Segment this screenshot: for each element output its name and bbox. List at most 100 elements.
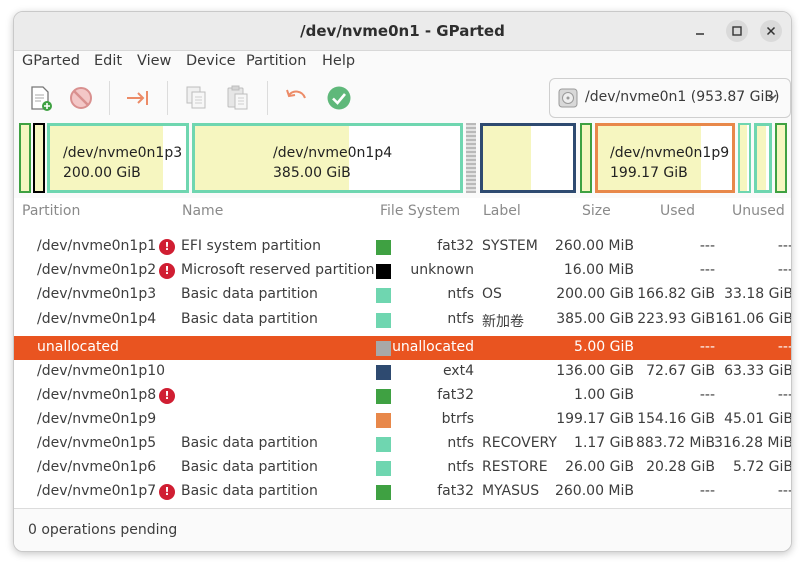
partition-unused: ---: [777, 339, 792, 355]
menu-view[interactable]: View: [137, 53, 171, 69]
toolbar: /dev/nvme0n1 (953.87 GiB): [14, 75, 791, 121]
table-row[interactable]: /dev/nvme0n1p6 Basic data partition ntfs RE…: [14, 456, 791, 480]
partition-path: /dev/nvme0n1p2: [37, 262, 157, 278]
column-header-name[interactable]: Name: [182, 203, 223, 219]
partition-name: Basic data partition: [181, 483, 318, 499]
partition-block-p4[interactable]: /dev/nvme0n1p4 385.00 GiB: [192, 123, 463, 193]
partition-label: 新加卷: [482, 314, 524, 330]
column-header-unused[interactable]: Unused: [732, 203, 785, 219]
menu-device[interactable]: Device: [186, 53, 236, 69]
close-button[interactable]: [760, 20, 782, 42]
table-row[interactable]: /dev/nvme0n1p7! Basic data partition fat32…: [14, 480, 791, 504]
undo-button[interactable]: [281, 83, 311, 113]
menu-gparted[interactable]: GParted: [22, 53, 80, 69]
minimize-button[interactable]: [689, 20, 711, 42]
paste-button[interactable]: [223, 83, 253, 113]
copy-icon: [186, 86, 206, 109]
menu-partition[interactable]: Partition: [246, 53, 306, 69]
partition-unused: 316.28 MiB: [713, 435, 792, 451]
partition-block-p5[interactable]: [738, 123, 751, 193]
apply-button[interactable]: [324, 83, 354, 113]
partition-path: /dev/nvme0n1p4: [37, 311, 157, 327]
disk-map: /dev/nvme0n1p3 200.00 GiB /dev/nvme0n1p4…: [14, 121, 791, 198]
table-row[interactable]: /dev/nvme0n1p3 Basic data partition ntfs OS…: [14, 283, 791, 307]
partition-block-p6[interactable]: [754, 123, 772, 193]
copy-button[interactable]: [181, 83, 211, 113]
hard-disk-icon: [558, 88, 578, 108]
partition-block-p9[interactable]: /dev/nvme0n1p9 199.17 GiB: [595, 123, 735, 193]
table-row[interactable]: /dev/nvme0n1p1! EFI system partition fat32…: [14, 235, 791, 259]
filesystem-color-swatch: [376, 365, 391, 380]
device-selector[interactable]: /dev/nvme0n1 (953.87 GiB): [549, 78, 791, 118]
partition-block-p3[interactable]: /dev/nvme0n1p3 200.00 GiB: [47, 123, 189, 193]
partition-block-size: 200.00 GiB: [63, 165, 141, 181]
table-row[interactable]: /dev/nvme0n1p4 Basic data partition ntfs 新加…: [14, 308, 791, 332]
menu-edit[interactable]: Edit: [94, 53, 122, 69]
column-header-label[interactable]: Label: [483, 203, 521, 219]
partition-block-p1[interactable]: [19, 123, 31, 193]
table-row[interactable]: /dev/nvme0n1p8! fat32 1.00 GiB --- ---: [14, 384, 791, 408]
filesystem-type: fat32: [437, 387, 474, 403]
close-icon: [766, 26, 776, 36]
partition-label: MYASUS: [482, 483, 540, 499]
partition-unused: ---: [777, 387, 792, 403]
table-row[interactable]: /dev/nvme0n1p5 Basic data partition ntfs RE…: [14, 432, 791, 456]
delete-icon: [70, 87, 92, 109]
partition-name: EFI system partition: [181, 238, 321, 254]
table-row[interactable]: /dev/nvme0n1p2! Microsoft reserved partit…: [14, 259, 791, 283]
title-bar: /dev/nvme0n1 - GParted: [14, 12, 791, 51]
partition-used: 154.16 GiB: [637, 411, 715, 427]
table-row-selected[interactable]: unallocated unallocated 5.00 GiB --- ---: [14, 336, 791, 360]
maximize-button[interactable]: [726, 20, 748, 42]
partition-unused: 161.06 GiB: [715, 311, 792, 327]
partition-path: /dev/nvme0n1p7: [37, 483, 157, 499]
filesystem-color-swatch: [376, 240, 391, 255]
partition-block-p7[interactable]: [775, 123, 787, 193]
partition-name: Basic data partition: [181, 286, 318, 302]
partition-unused: 45.01 GiB: [724, 411, 792, 427]
filesystem-color-swatch: [376, 461, 391, 476]
partition-block-p10[interactable]: [480, 123, 576, 193]
warning-icon[interactable]: !: [159, 239, 175, 255]
partition-block-p8[interactable]: [580, 123, 592, 193]
column-header-partition[interactable]: Partition: [22, 203, 80, 219]
column-header-filesystem[interactable]: File System: [380, 203, 460, 219]
partition-unused: 5.72 GiB: [733, 459, 792, 475]
partition-size: 26.00 GiB: [565, 459, 634, 475]
table-row[interactable]: /dev/nvme0n1p9 btrfs 199.17 GiB 154.16 GiB 4…: [14, 408, 791, 432]
filesystem-type: ext4: [442, 363, 474, 379]
partition-label: SYSTEM: [482, 238, 538, 254]
partition-block-unallocated[interactable]: [466, 123, 476, 193]
partition-used: ---: [699, 339, 715, 355]
minimize-icon: [696, 33, 704, 35]
partition-used: ---: [699, 387, 715, 403]
partition-used: 883.72 MiB: [635, 435, 715, 451]
warning-icon[interactable]: !: [159, 484, 175, 500]
toolbar-separator: [267, 81, 268, 115]
column-header-used[interactable]: Used: [660, 203, 695, 219]
filesystem-type: ntfs: [447, 435, 474, 451]
menu-help[interactable]: Help: [322, 53, 355, 69]
partition-unused: ---: [777, 238, 792, 254]
partition-size: 260.00 MiB: [554, 238, 634, 254]
table-row[interactable]: /dev/nvme0n1p10 ext4 136.00 GiB 72.67 GiB 63…: [14, 360, 791, 384]
partition-size: 16.00 MiB: [563, 262, 634, 278]
filesystem-color-swatch: [376, 313, 391, 328]
paste-icon: [227, 85, 248, 110]
warning-icon[interactable]: !: [159, 388, 175, 404]
partition-table: Partition Name File System Label Size Us…: [14, 198, 791, 508]
resize-move-button[interactable]: [123, 83, 153, 113]
apply-icon: [327, 86, 351, 110]
partition-block-p2[interactable]: [33, 123, 45, 193]
column-header-size[interactable]: Size: [582, 203, 611, 219]
partition-unused: ---: [777, 483, 792, 499]
partition-name: Microsoft reserved partition: [181, 262, 375, 278]
partition-path: unallocated: [37, 339, 119, 355]
window-title: /dev/nvme0n1 - GParted: [300, 22, 505, 40]
partition-used: 166.82 GiB: [637, 286, 715, 302]
delete-button[interactable]: [66, 83, 96, 113]
partition-size: 1.17 GiB: [574, 435, 634, 451]
new-partition-button[interactable]: [26, 83, 56, 113]
warning-icon[interactable]: !: [159, 263, 175, 279]
filesystem-color-swatch: [376, 437, 391, 452]
